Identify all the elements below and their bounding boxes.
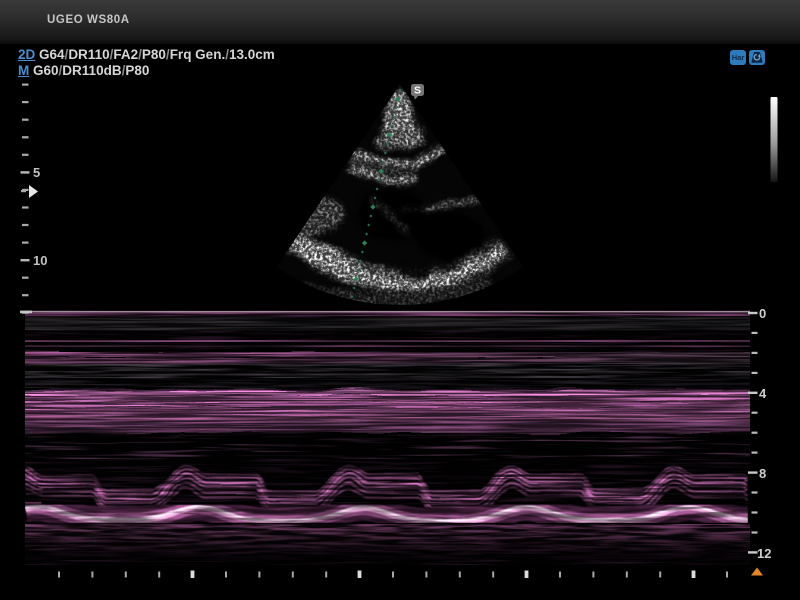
svg-text:4: 4 [759, 386, 767, 401]
svg-text:10: 10 [33, 253, 47, 268]
svg-text:0: 0 [759, 306, 766, 321]
svg-text:12: 12 [757, 546, 771, 561]
svg-text:8: 8 [759, 466, 766, 481]
svg-text:S: S [414, 85, 421, 97]
svg-text:5: 5 [33, 165, 40, 180]
